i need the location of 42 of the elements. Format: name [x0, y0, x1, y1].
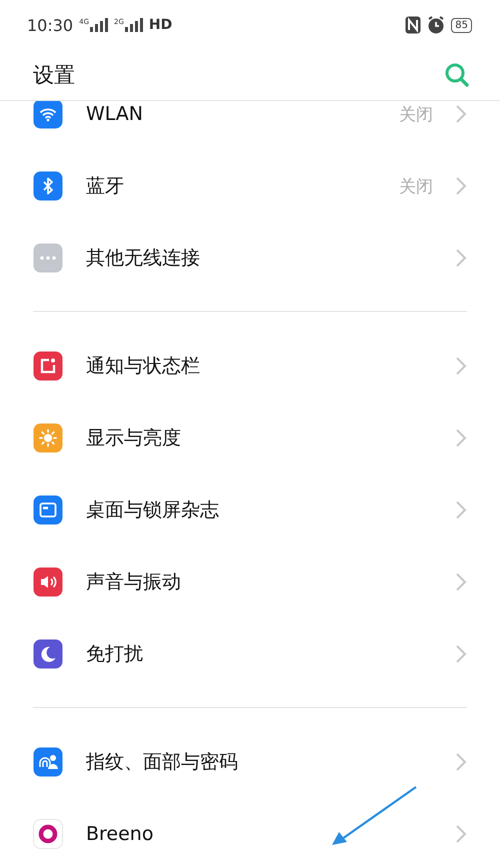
chevron-icon	[455, 104, 467, 124]
settings-item[interactable]: 蓝牙 关闭	[0, 150, 500, 222]
item-label: 通知与状态栏	[86, 354, 201, 379]
signal-icon	[124, 18, 143, 32]
item-label: 指纹、面部与密码	[86, 750, 239, 775]
page-title: 设置	[33, 62, 75, 89]
chevron-icon	[455, 356, 467, 376]
item-value: 关闭	[399, 104, 433, 126]
item-label: 蓝牙	[86, 174, 125, 199]
settings-item[interactable]: 显示与亮度	[0, 402, 500, 474]
battery-icon: 85	[451, 18, 472, 32]
chevron-icon	[455, 824, 467, 844]
settings-item[interactable]: 桌面与锁屏杂志	[0, 474, 500, 546]
signal-icon	[90, 18, 108, 32]
chevron-icon	[455, 500, 467, 520]
settings-item[interactable]: 其他无线连接	[0, 222, 500, 294]
settings-item[interactable]: WLAN 关闭	[0, 101, 500, 150]
item-label: Breeno	[86, 823, 154, 845]
item-label: 桌面与锁屏杂志	[86, 498, 220, 523]
chevron-icon	[455, 572, 467, 592]
chevron-icon	[455, 248, 467, 268]
settings-item[interactable]: 通知与状态栏	[0, 330, 500, 402]
settings-item[interactable]: 指纹、面部与密码	[0, 726, 500, 798]
item-value: 关闭	[399, 176, 433, 198]
chevron-icon	[455, 644, 467, 664]
search-icon	[444, 62, 470, 88]
clock-time: 10:30	[27, 16, 74, 34]
chevron-icon	[455, 752, 467, 772]
settings-item[interactable]: 声音与振动	[0, 546, 500, 618]
search-button[interactable]	[444, 62, 470, 88]
settings-item[interactable]: Breeno	[0, 798, 500, 866]
item-label: 其他无线连接	[86, 246, 201, 271]
item-label: 声音与振动	[86, 570, 182, 595]
chevron-icon	[455, 428, 467, 448]
settings-item[interactable]: 免打扰	[0, 618, 500, 690]
hd-indicator: HD	[148, 17, 172, 33]
chevron-icon	[455, 176, 467, 196]
item-label: WLAN	[86, 103, 144, 125]
item-label: 免打扰	[86, 642, 144, 667]
alarm-icon	[427, 16, 446, 34]
item-label: 显示与亮度	[86, 426, 182, 451]
nfc-icon	[405, 16, 422, 34]
